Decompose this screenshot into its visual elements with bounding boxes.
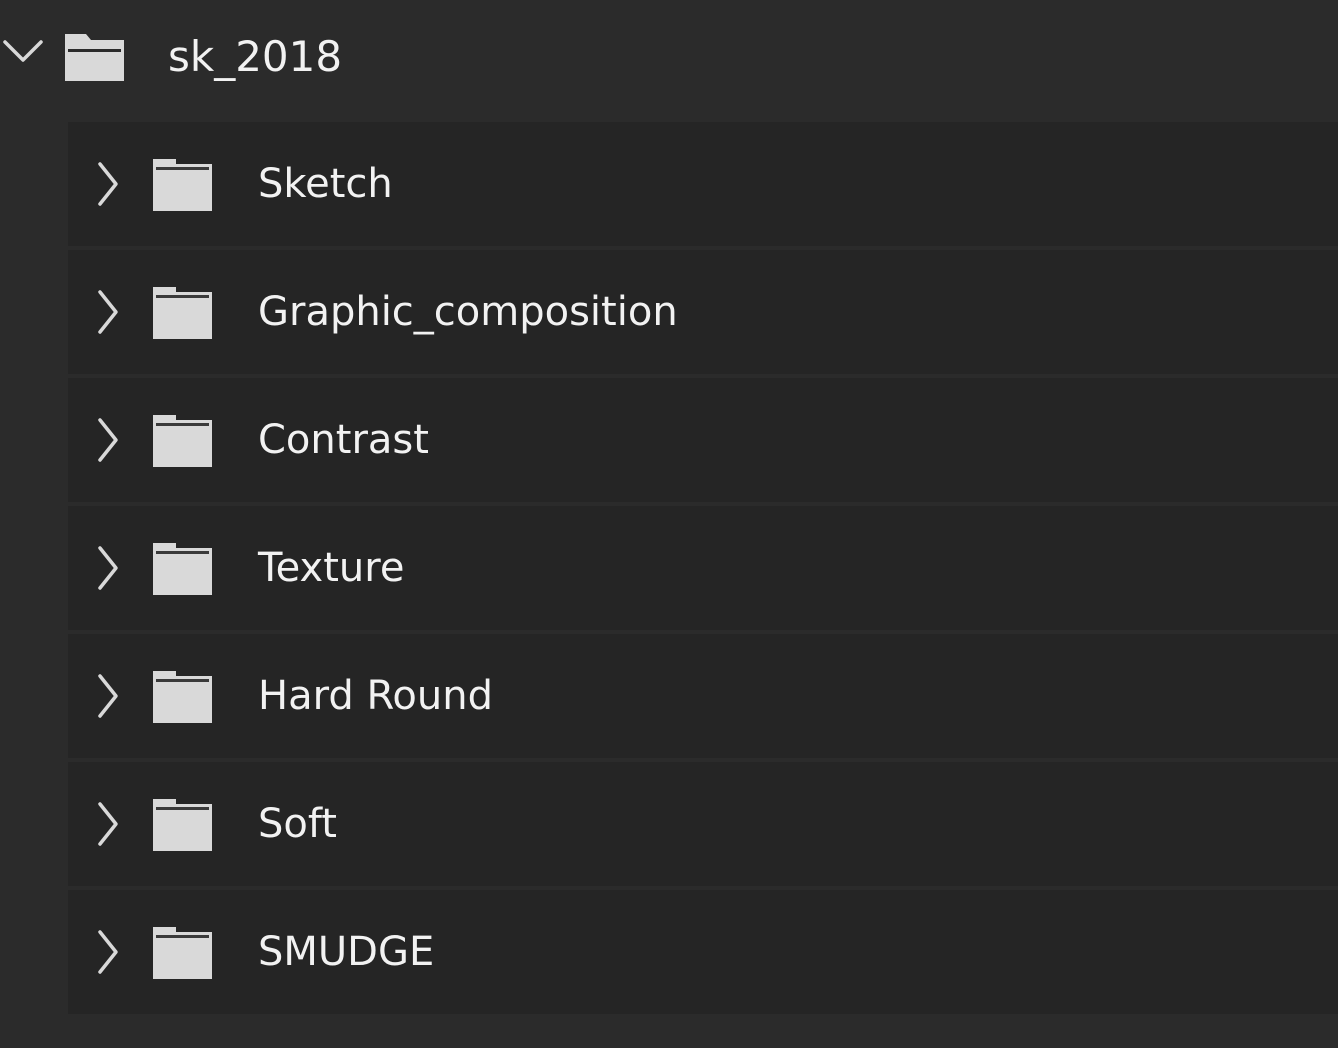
chevron-down-icon[interactable] (2, 36, 44, 66)
folder-label: SMUDGE (258, 929, 435, 975)
chevron-right-icon[interactable] (94, 544, 122, 592)
folder-row-contrast[interactable]: Contrast (68, 378, 1338, 502)
brush-folder-panel: sk_2018 Sketch Graphic_composition Contr… (0, 0, 1338, 1048)
panel-bottom-edge (0, 1020, 1338, 1048)
folder-row-soft[interactable]: Soft (68, 762, 1338, 886)
chevron-right-icon[interactable] (94, 416, 122, 464)
chevron-right-icon[interactable] (94, 288, 122, 336)
folder-icon (153, 287, 212, 339)
folder-row-sketch[interactable]: Sketch (68, 122, 1338, 246)
folder-label: Hard Round (258, 673, 493, 719)
folder-label: Texture (258, 545, 405, 591)
folder-label: Sketch (258, 161, 393, 207)
chevron-right-icon[interactable] (94, 672, 122, 720)
chevron-right-icon[interactable] (94, 800, 122, 848)
folder-icon (153, 799, 212, 851)
folder-row-smudge[interactable]: SMUDGE (68, 890, 1338, 1014)
chevron-right-icon[interactable] (94, 160, 122, 208)
folder-row-graphic-composition[interactable]: Graphic_composition (68, 250, 1338, 374)
folder-icon (153, 671, 212, 723)
folder-icon (153, 159, 212, 211)
subfolder-list: Sketch Graphic_composition Contrast Text… (68, 122, 1338, 1018)
folder-open-icon (65, 34, 124, 81)
folder-row-root[interactable]: sk_2018 (0, 0, 1338, 118)
folder-icon (153, 927, 212, 979)
folder-label: sk_2018 (168, 32, 343, 81)
folder-row-texture[interactable]: Texture (68, 506, 1338, 630)
folder-icon (153, 543, 212, 595)
chevron-right-icon[interactable] (94, 928, 122, 976)
folder-label: Graphic_composition (258, 289, 678, 335)
folder-label: Contrast (258, 417, 429, 463)
folder-row-hard-round[interactable]: Hard Round (68, 634, 1338, 758)
folder-icon (153, 415, 212, 467)
folder-label: Soft (258, 801, 337, 847)
